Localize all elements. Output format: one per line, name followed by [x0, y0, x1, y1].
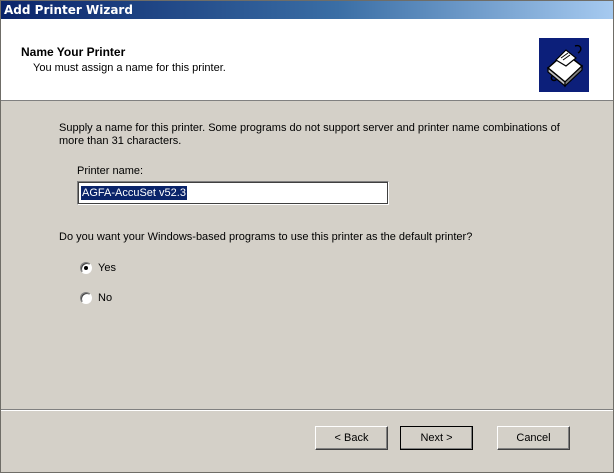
back-button[interactable]: < Back	[315, 426, 388, 450]
printer-name-value: AGFA-AccuSet v52.3	[81, 186, 187, 200]
radio-no-label: No	[98, 292, 113, 304]
printer-name-label: Printer name:	[77, 165, 144, 177]
printer-icon	[539, 38, 589, 92]
instructions-text: Supply a name for this printer. Some pro…	[59, 122, 560, 147]
page-title: Name Your Printer	[21, 45, 126, 59]
window-title: Add Printer Wizard	[4, 3, 133, 17]
next-button[interactable]: Next >	[400, 426, 473, 450]
add-printer-wizard-window: Add Printer Wizard Name Your Printer You…	[0, 0, 614, 473]
radio-yes-label: Yes	[98, 262, 116, 274]
radio-yes[interactable]: Yes	[80, 260, 116, 276]
page-subtitle: You must assign a name for this printer.	[33, 62, 226, 74]
wizard-header: Name Your Printer You must assign a name…	[1, 19, 613, 101]
footer-divider	[1, 409, 613, 411]
title-bar[interactable]: Add Printer Wizard	[1, 1, 613, 19]
radio-no-button[interactable]	[80, 292, 92, 304]
cancel-button[interactable]: Cancel	[497, 426, 570, 450]
default-printer-question: Do you want your Windows-based programs …	[59, 231, 473, 243]
radio-yes-button[interactable]	[80, 262, 92, 274]
printer-name-input[interactable]: AGFA-AccuSet v52.3	[77, 181, 389, 205]
radio-no[interactable]: No	[80, 290, 112, 306]
